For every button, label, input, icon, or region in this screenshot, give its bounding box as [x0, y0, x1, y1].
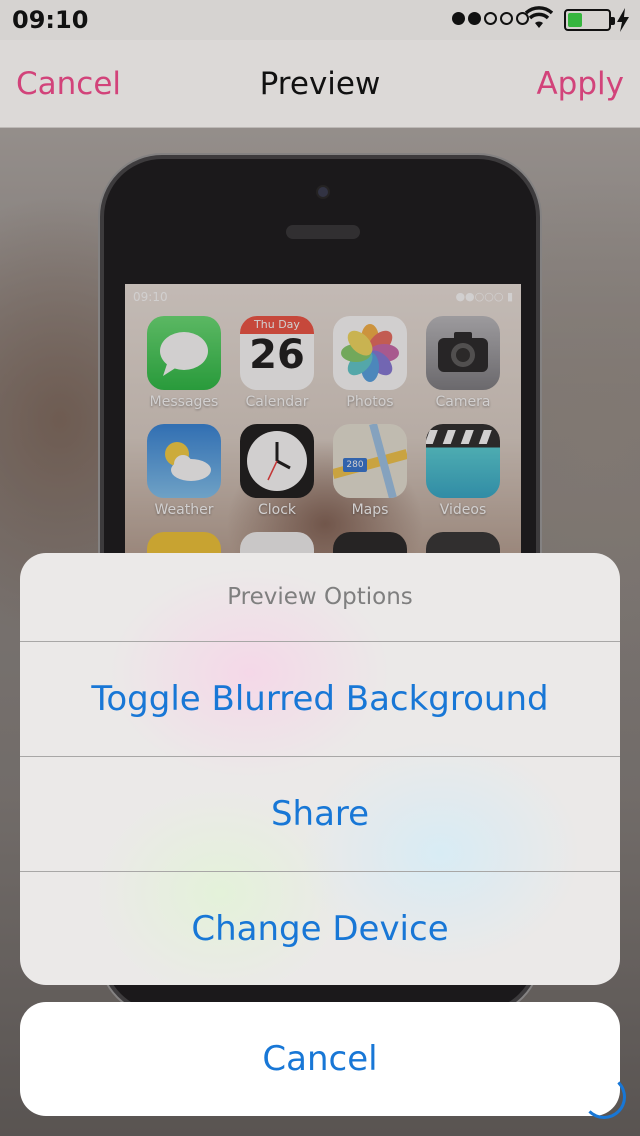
- apply-button[interactable]: Apply: [536, 66, 624, 102]
- toggle-blurred-background-button[interactable]: Toggle Blurred Background: [20, 641, 620, 756]
- signal-dot: [484, 12, 497, 25]
- navigation-bar: Cancel Preview Apply: [0, 40, 640, 128]
- battery-nub: [611, 17, 615, 25]
- action-sheet-cancel-button[interactable]: Cancel: [20, 1002, 620, 1116]
- preview-options-action-sheet: Preview Options Toggle Blurred Backgroun…: [20, 553, 620, 985]
- status-bar: 09:10: [0, 0, 640, 40]
- signal-dot: [500, 12, 513, 25]
- action-sheet-title: Preview Options: [227, 584, 413, 610]
- battery-icon: [564, 9, 615, 31]
- share-button[interactable]: Share: [20, 756, 620, 871]
- signal-dot: [468, 12, 481, 25]
- signal-dot: [452, 12, 465, 25]
- battery-level-fill: [568, 13, 582, 27]
- wifi-icon: [525, 6, 553, 28]
- signal-strength-icon: [452, 12, 529, 25]
- change-device-button[interactable]: Change Device: [20, 871, 620, 985]
- assistive-touch-icon: [582, 1075, 626, 1119]
- charging-bolt-icon: [617, 8, 629, 32]
- status-time: 09:10: [12, 6, 89, 34]
